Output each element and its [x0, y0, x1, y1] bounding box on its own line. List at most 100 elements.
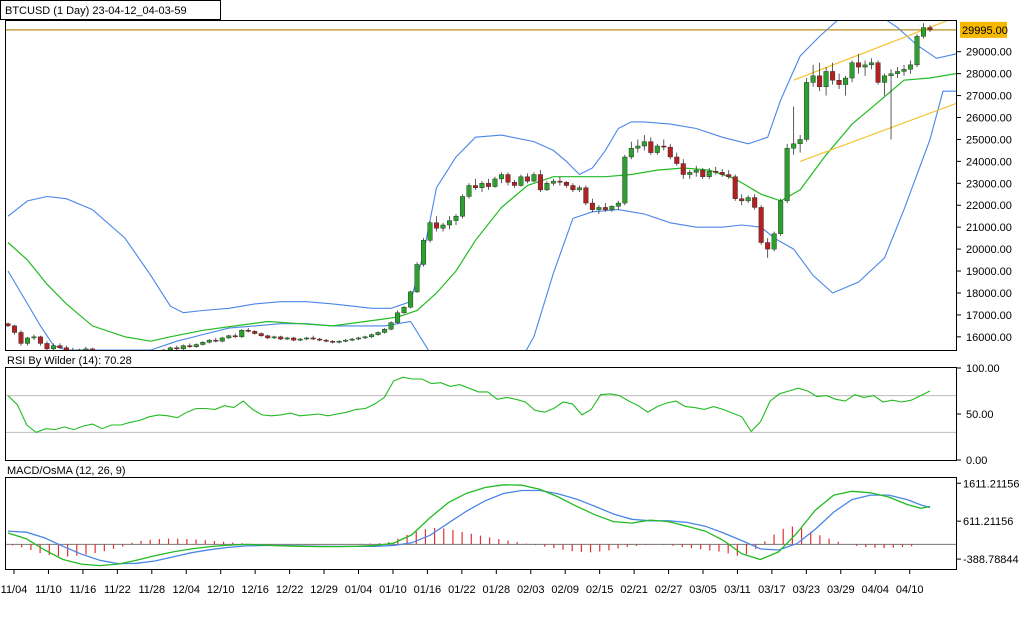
- candle-body: [187, 345, 193, 347]
- candle-body: [200, 342, 206, 345]
- candle-body: [460, 196, 466, 217]
- candle-body: [791, 143, 797, 149]
- candle-body: [674, 156, 680, 164]
- candle-body: [258, 333, 264, 336]
- x-tick-label: 11/10: [35, 584, 62, 596]
- candle-body: [149, 357, 154, 359]
- candle-body: [719, 172, 725, 175]
- x-tick-label: 12/22: [276, 584, 304, 596]
- x-tick-label: 03/11: [724, 584, 751, 596]
- rsi-y-tick-label: 50.00: [966, 409, 994, 421]
- candle-body: [375, 332, 381, 335]
- rsi-title: RSI By Wilder (14): 70.28: [7, 355, 132, 367]
- candle-body: [700, 169, 706, 177]
- candle-body: [304, 337, 310, 340]
- price-title: BTCUSD (1 Day) 23-04-12_04-03-59: [5, 5, 187, 17]
- price-y-tick-label: 29000.00: [966, 47, 1012, 59]
- macd-title: MACD/OsMA (12, 26, 9): [7, 465, 126, 477]
- x-tick-label: 01/22: [448, 584, 476, 596]
- x-tick-label: 02/21: [620, 584, 648, 596]
- price-y-tick-label: 26000.00: [966, 113, 1012, 125]
- candle-body: [862, 64, 868, 68]
- candle-body: [453, 216, 459, 221]
- candle-body: [511, 182, 517, 186]
- candle-body: [362, 336, 368, 339]
- candle-body: [492, 178, 498, 187]
- candle-body: [843, 77, 849, 85]
- price-y-tick-label: 20000.00: [966, 244, 1012, 256]
- candle-body: [713, 171, 719, 173]
- candle-body: [213, 339, 219, 342]
- price-y-tick-label: 28000.00: [966, 69, 1012, 81]
- candle-body: [466, 185, 472, 197]
- candle-body: [193, 344, 199, 347]
- candle-body: [622, 156, 628, 204]
- candle-body: [11, 325, 17, 333]
- candle-body: [447, 220, 453, 226]
- rsi-axis: 100.00 50.00 0.00: [957, 363, 1000, 467]
- candle-body: [97, 351, 102, 353]
- chart-canvas: BTCUSD (1 Day) 23-04-12_04-03-59 RSI By …: [0, 0, 1019, 596]
- candle-body: [869, 62, 875, 66]
- candle-body: [284, 337, 290, 340]
- candle-body: [382, 328, 388, 333]
- candle-body: [641, 141, 647, 147]
- candle-body: [245, 330, 251, 332]
- candle-body: [830, 71, 836, 81]
- candle-body: [615, 202, 621, 207]
- candle-body: [239, 330, 245, 338]
- candle-body: [50, 345, 56, 350]
- candle-body: [323, 339, 329, 342]
- candle-body: [609, 206, 615, 210]
- candle-body: [421, 240, 427, 265]
- x-tick-label: 12/04: [172, 584, 200, 596]
- candle-body: [576, 187, 582, 191]
- x-tick-label: 02/03: [517, 584, 545, 596]
- candle-body: [330, 341, 336, 343]
- candle-body: [667, 146, 673, 158]
- price-axis: 16000.00 17000.00 18000.00 19000.00 20000.00…: [957, 21, 1012, 344]
- rsi-pane-frame: [5, 367, 957, 461]
- price-y-tick-label: 17000.00: [966, 310, 1012, 322]
- candle-body: [836, 80, 842, 85]
- candle-body: [349, 338, 355, 341]
- candle-body: [336, 341, 342, 343]
- candle-body: [31, 336, 37, 339]
- candle-body: [291, 337, 297, 341]
- chart-container: BTCUSD (1 Day) 23-04-12_04-03-59 RSI By …: [0, 0, 1024, 627]
- candle-body: [648, 141, 654, 153]
- x-tick-label: 12/10: [207, 584, 235, 596]
- candle-body: [752, 197, 758, 208]
- candle-body: [654, 145, 660, 153]
- candle-body: [726, 174, 732, 177]
- candle-body: [37, 336, 43, 344]
- candle-body: [563, 182, 569, 186]
- candle-body: [680, 163, 686, 175]
- candle-body: [518, 176, 524, 186]
- price-y-tick-label: 23000.00: [966, 178, 1012, 190]
- candle-body: [901, 69, 907, 72]
- candle-body: [687, 172, 693, 175]
- x-tick-label: 01/28: [483, 584, 511, 596]
- candle-body: [628, 148, 634, 158]
- candle-body: [531, 174, 537, 182]
- x-tick-label: 04/04: [861, 584, 889, 596]
- candle-body: [537, 174, 543, 191]
- price-y-tick-label: 21000.00: [966, 222, 1012, 234]
- x-tick-label: 02/15: [586, 584, 614, 596]
- candle-body: [635, 145, 641, 149]
- price-y-tick-label: 25000.00: [966, 134, 1012, 146]
- candle-body: [252, 331, 258, 334]
- candle-body: [472, 185, 478, 188]
- candle-body: [278, 336, 284, 340]
- price-y-tick-label: 22000.00: [966, 200, 1012, 212]
- candle-body: [927, 27, 933, 30]
- candle-body: [136, 358, 141, 360]
- macd-y-tick-label: 611.21156: [963, 516, 1013, 528]
- candle-body: [602, 207, 608, 210]
- x-tick-label: 11/22: [104, 584, 131, 596]
- candle-body: [771, 233, 777, 250]
- x-tick-label: 03/05: [689, 584, 717, 596]
- candle-body: [356, 337, 362, 340]
- candle-body: [317, 338, 323, 341]
